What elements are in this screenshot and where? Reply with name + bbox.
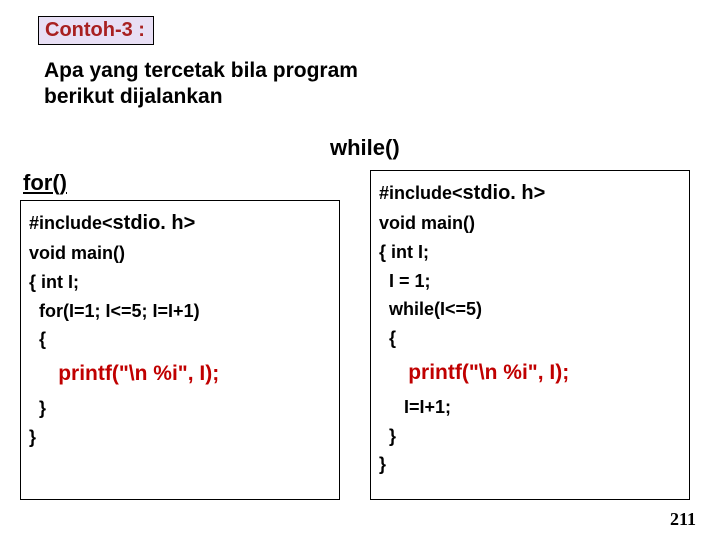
code-line: void main() <box>379 209 681 238</box>
example-title: Contoh-3 : <box>38 16 154 45</box>
printf-string: "\n %i" <box>469 361 538 384</box>
while-code-box: #include<stdio. h> void main() { int I; … <box>370 170 690 500</box>
code-line: { <box>379 324 681 353</box>
code-line: { <box>29 325 331 354</box>
printf-keyword: printf( <box>408 361 469 384</box>
question-line2: berikut dijalankan <box>44 85 223 108</box>
printf-line: printf("\n %i", I); <box>379 353 681 393</box>
code-line: #include<stdio. h> <box>29 207 331 239</box>
code-line: } <box>379 450 681 479</box>
code-line: #include<stdio. h> <box>379 177 681 209</box>
code-line: } <box>29 423 331 452</box>
printf-keyword: printf( <box>58 362 119 385</box>
question-line1: Apa yang tercetak bila program <box>44 59 358 82</box>
while-heading: while() <box>330 135 400 161</box>
code-line: void main() <box>29 239 331 268</box>
code-line: for(I=1; I<=5; I=I+1) <box>29 297 331 326</box>
code-line: { int I; <box>379 238 681 267</box>
code-line: I=I+1; <box>379 393 681 422</box>
code-line: } <box>379 422 681 451</box>
page-number: 211 <box>670 509 696 530</box>
printf-line: printf("\n %i", I); <box>29 354 331 394</box>
include-prefix: #include< <box>379 183 463 203</box>
indent <box>379 361 408 384</box>
indent <box>29 362 58 385</box>
printf-arg: , I); <box>538 361 570 384</box>
code-line: while(I<=5) <box>379 295 681 324</box>
include-lib: stdio. h> <box>463 182 546 204</box>
printf-arg: , I); <box>188 362 220 385</box>
for-code-box: #include<stdio. h> void main() { int I; … <box>20 200 340 500</box>
code-line: I = 1; <box>379 267 681 296</box>
printf-string: "\n %i" <box>119 362 188 385</box>
for-heading: for() <box>23 170 67 196</box>
code-line: { int I; <box>29 268 331 297</box>
include-lib: stdio. h> <box>113 212 196 234</box>
code-line: } <box>29 394 331 423</box>
question-text: Apa yang tercetak bila program berikut d… <box>44 58 358 111</box>
include-prefix: #include< <box>29 213 113 233</box>
